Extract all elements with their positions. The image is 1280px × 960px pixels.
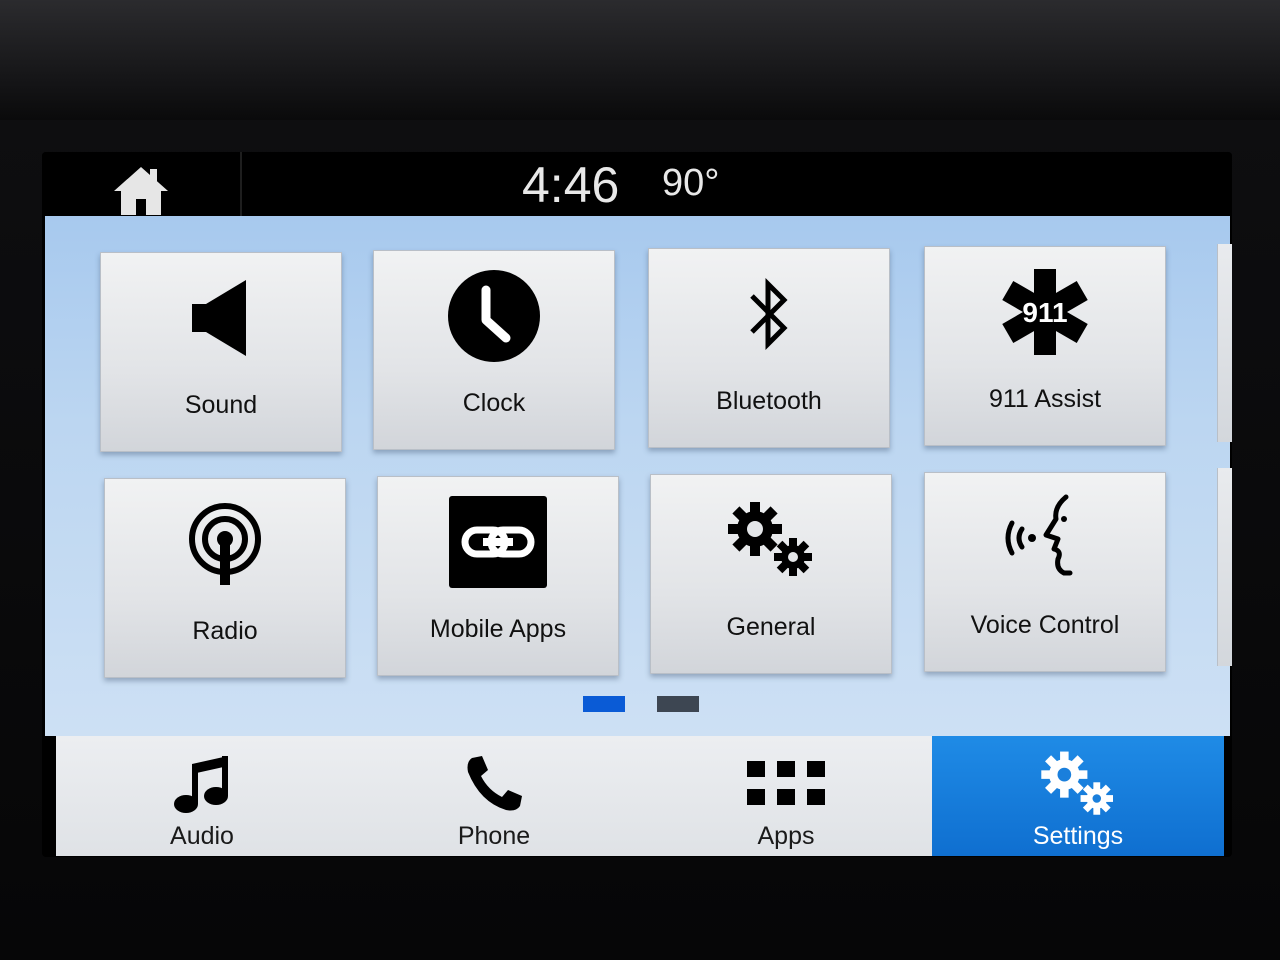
- status-time: 4:46: [522, 157, 620, 213]
- gears-icon: [728, 502, 812, 576]
- speaker-icon: [192, 280, 246, 356]
- tile-clock[interactable]: Clock: [373, 250, 615, 450]
- 911-icon-text: 911: [1022, 297, 1067, 328]
- page-dot-1[interactable]: [583, 696, 625, 712]
- tile-general[interactable]: General: [650, 474, 892, 674]
- status-bar: 4:46 90°: [42, 152, 1232, 224]
- page-indicator: [583, 696, 699, 712]
- tile-radio[interactable]: Radio: [104, 478, 346, 678]
- home-icon: [114, 167, 168, 215]
- nav-audio[interactable]: Audio: [56, 736, 348, 856]
- tile-sound[interactable]: Sound: [100, 252, 342, 452]
- tile-911-assist[interactable]: 911 911 Assist: [924, 246, 1166, 446]
- bezel-top-edge: [0, 0, 1280, 120]
- tile-label: Sound: [184, 391, 258, 419]
- link-icon: [449, 496, 547, 588]
- bottom-nav-bar: Audio Phone Apps Settings: [56, 736, 1224, 856]
- voice-face-icon: [1005, 494, 1073, 576]
- bluetooth-icon: [750, 277, 788, 351]
- nav-label: Settings: [1032, 822, 1124, 850]
- nav-phone[interactable]: Phone: [348, 736, 640, 856]
- apps-grid-icon: [747, 761, 825, 805]
- 911-star-of-life-icon: 911: [1002, 269, 1088, 355]
- nav-settings[interactable]: Settings: [932, 736, 1224, 856]
- nav-label: Audio: [170, 822, 234, 850]
- radio-antenna-icon: [189, 503, 261, 585]
- tile-label: Voice Control: [970, 611, 1120, 639]
- gears-icon: [1041, 751, 1113, 815]
- tile-label: Mobile Apps: [429, 615, 567, 643]
- phone-handset-icon: [467, 756, 522, 811]
- status-temperature: 90°: [662, 162, 720, 204]
- tile-label: Radio: [192, 617, 258, 645]
- settings-grid: Sound Clock Bluetooth 911 911 Assist Rad…: [45, 216, 1232, 736]
- tile-label: General: [726, 613, 816, 641]
- music-note-icon: [174, 756, 228, 813]
- home-button[interactable]: [42, 152, 242, 224]
- clock-icon: [448, 270, 540, 362]
- nav-label: Apps: [757, 822, 815, 850]
- nav-label: Phone: [457, 822, 531, 850]
- tile-label: Clock: [462, 389, 526, 417]
- infotainment-screen: 4:46 90° Sound Clock Bluetooth 911 911 A…: [42, 152, 1232, 857]
- tile-label: Bluetooth: [716, 387, 822, 415]
- next-page-tile-peek[interactable]: [1217, 244, 1232, 442]
- next-page-tile-peek[interactable]: [1217, 468, 1232, 666]
- tile-bluetooth[interactable]: Bluetooth: [648, 248, 890, 448]
- page-dot-2[interactable]: [657, 696, 699, 712]
- nav-apps[interactable]: Apps: [640, 736, 932, 856]
- tile-voice-control[interactable]: Voice Control: [924, 472, 1166, 672]
- tile-label: 911 Assist: [988, 385, 1102, 413]
- tile-mobile-apps[interactable]: Mobile Apps: [377, 476, 619, 676]
